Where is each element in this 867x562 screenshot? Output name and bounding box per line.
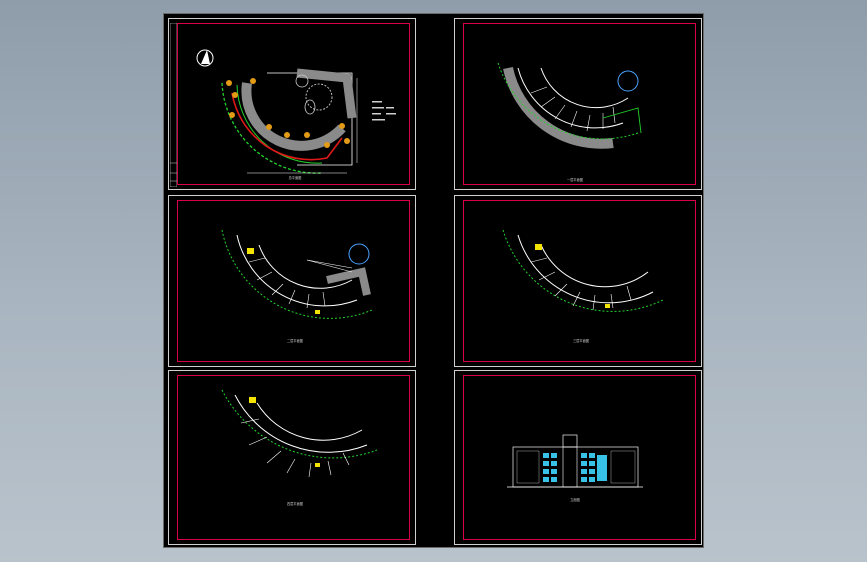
fourth-floor-plan-drawing: 四层平面图 [221,389,378,506]
sheet-caption: 三层平面图 [573,338,589,343]
sheet-caption: 二层平面图 [287,338,303,343]
first-floor-plan-drawing: 一层平面图 [497,62,642,182]
sheet-elevation[interactable]: 立面图 [454,370,702,545]
sheet-caption: 四层平面图 [287,501,303,506]
third-floor-plan-drawing: 三层平面图 [502,229,664,343]
title-strip [170,23,177,187]
elevation-drawing: 立面图 [507,434,643,502]
sheet-site-plan[interactable]: 总平面图 [168,18,416,190]
sheet-third-floor-plan[interactable]: 三层平面图 [454,195,702,367]
sheet-caption: 一层平面图 [567,177,583,182]
sheet-caption: 立面图 [570,497,580,502]
sheet-fourth-floor-plan[interactable]: 四层平面图 [168,370,416,545]
drawing-canvas[interactable]: 总平面图 一层平面图 二层平面图 三层平面图 四层平面图 立面图 [163,13,704,548]
sheet-second-floor-plan[interactable]: 二层平面图 [168,195,416,367]
sheet-caption: 总平面图 [289,175,302,180]
sheet-first-floor-plan[interactable]: 一层平面图 [454,18,702,190]
second-floor-plan-drawing: 二层平面图 [221,229,373,343]
site-plan-drawing: 总平面图 [196,49,396,180]
north-arrow-icon [196,49,214,67]
